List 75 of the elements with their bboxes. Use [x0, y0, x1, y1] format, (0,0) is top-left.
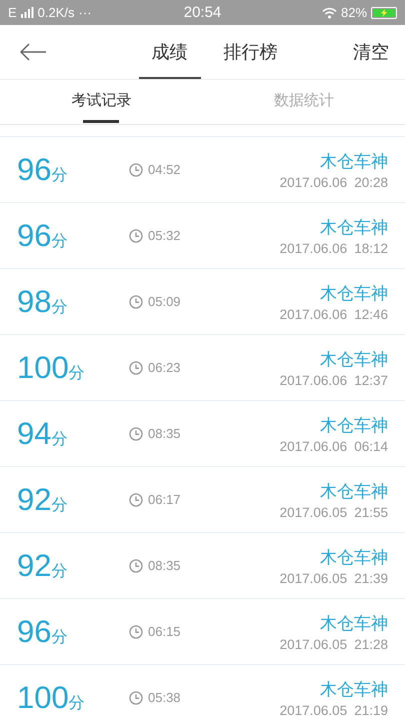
record-time: 20:28: [354, 174, 388, 190]
score-unit: 分: [51, 626, 68, 648]
score-value: 100: [17, 350, 69, 386]
record-date: 2017.06.06: [280, 306, 348, 322]
score-value: 100: [17, 680, 69, 716]
duration: 04:52: [148, 162, 181, 177]
clock-icon: [129, 690, 143, 704]
record-date: 2017.06.05: [280, 570, 348, 586]
player-name: 木仓车神: [320, 150, 388, 172]
tab[interactable]: 成绩: [138, 25, 200, 79]
network-type: E: [8, 5, 17, 20]
signal-icon: [20, 7, 34, 18]
player-name: 木仓车神: [320, 414, 388, 436]
score-unit: 分: [68, 362, 85, 384]
wifi-icon: [322, 6, 337, 18]
record-time: 06:14: [354, 438, 388, 454]
record-time: 21:39: [354, 570, 388, 586]
clock-icon: [129, 426, 143, 440]
score-unit: 分: [51, 428, 68, 450]
record-time: 21:19: [354, 702, 388, 718]
record-time: 12:37: [354, 372, 388, 388]
tab[interactable]: 排行榜: [210, 25, 290, 79]
record-time: 21:28: [354, 636, 388, 652]
score-value: 96: [17, 152, 52, 188]
clear-button[interactable]: 清空: [353, 40, 389, 64]
record-date: 2017.06.06: [280, 438, 348, 454]
score-unit: 分: [51, 494, 68, 516]
duration: 05:09: [148, 294, 181, 309]
more-indicator: ···: [78, 5, 92, 20]
player-name: 木仓车神: [320, 348, 388, 370]
player-name: 木仓车神: [320, 546, 388, 568]
player-name: 木仓车神: [320, 282, 388, 304]
record-date: 2017.06.06: [280, 240, 348, 256]
clock-icon: [129, 492, 143, 506]
score-value: 96: [17, 218, 52, 254]
score-value: 92: [17, 548, 52, 584]
record-date: 2017.06.05: [280, 702, 348, 718]
battery-percent: 82%: [340, 5, 368, 20]
clock-icon: [129, 360, 143, 374]
clock-icon: [129, 228, 143, 242]
duration: 06:17: [148, 492, 181, 507]
record-date: 2017.06.05: [280, 636, 348, 652]
record-time: 18:12: [354, 240, 388, 256]
network-speed: 0.2K/s: [38, 5, 75, 20]
record-time: 21:55: [354, 504, 388, 520]
duration: 06:15: [148, 624, 181, 639]
score-unit: 分: [51, 230, 68, 252]
score-value: 94: [17, 416, 52, 452]
record-date: 2017.06.06: [280, 174, 348, 190]
duration: 08:35: [148, 426, 181, 441]
score-unit: 分: [51, 296, 68, 318]
clock-icon: [129, 558, 143, 572]
duration: 05:38: [148, 690, 181, 705]
record-date: 2017.06.06: [280, 372, 348, 388]
score-value: 98: [17, 284, 52, 320]
player-name: 木仓车神: [320, 216, 388, 238]
duration: 08:35: [148, 558, 181, 573]
score-unit: 分: [51, 560, 68, 582]
score-value: 92: [17, 482, 52, 518]
score-unit: 分: [68, 692, 85, 714]
subtab[interactable]: 考试记录: [71, 80, 132, 123]
player-name: 木仓车神: [320, 480, 388, 502]
score-value: 96: [17, 614, 52, 650]
back-arrow-icon[interactable]: [20, 43, 46, 61]
clock-icon: [129, 294, 143, 308]
record-time: 12:46: [354, 306, 388, 322]
player-name: 木仓车神: [320, 678, 388, 700]
duration: 06:23: [148, 360, 181, 375]
clock-icon: [129, 162, 143, 176]
clock-time: 20:54: [184, 4, 222, 21]
duration: 05:32: [148, 228, 181, 243]
clock-icon: [129, 624, 143, 638]
score-unit: 分: [51, 164, 68, 186]
player-name: 木仓车神: [320, 612, 388, 634]
record-date: 2017.06.05: [280, 504, 348, 520]
